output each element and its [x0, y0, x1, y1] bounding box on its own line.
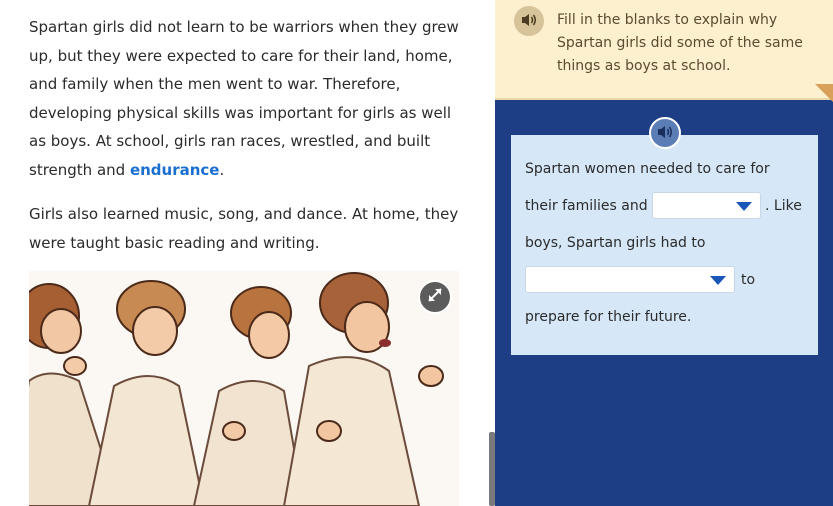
instruction-text: Fill in the blanks to explain why Sparta…	[557, 12, 803, 74]
paragraph-1-text: Spartan girls did not learn to be warrio…	[29, 18, 459, 179]
expand-image-button[interactable]	[418, 280, 452, 314]
vocab-link-endurance[interactable]: endurance	[130, 161, 220, 179]
fill-in-blank-card: Spartan women needed to care for their f…	[511, 135, 818, 355]
instruction-box: Fill in the blanks to explain why Sparta…	[495, 0, 833, 102]
reading-pane: Spartan girls did not learn to be warrio…	[0, 0, 489, 506]
card-audio-button[interactable]	[649, 117, 681, 149]
speaker-icon	[521, 12, 537, 31]
illustration-drawing	[29, 271, 459, 506]
sentence-part-3: . Like	[765, 198, 802, 214]
expand-arrows-icon	[426, 286, 444, 308]
sentence-part-5: to	[741, 272, 756, 288]
sentence-part-1: Spartan women needed to care for	[525, 161, 770, 177]
caret-down-icon	[736, 202, 752, 211]
passage-paragraph-1: Spartan girls did not learn to be warrio…	[29, 13, 469, 184]
sentence-part-6: prepare for their future.	[525, 309, 692, 325]
sentence-part-2: their families and	[525, 198, 648, 214]
passage-paragraph-2: Girls also learned music, song, and danc…	[29, 205, 459, 252]
caret-down-icon	[710, 276, 726, 285]
instruction-audio-button[interactable]	[514, 6, 544, 36]
spartan-girls-running-illustration	[29, 271, 459, 506]
blank-dropdown-2[interactable]	[525, 266, 735, 293]
paragraph-1-end: .	[219, 160, 225, 179]
activity-panel: Fill in the blanks to explain why Sparta…	[495, 0, 833, 506]
speaker-icon	[657, 124, 673, 143]
sentence-part-4: boys, Spartan girls had to	[525, 235, 706, 251]
blank-dropdown-1[interactable]	[652, 192, 761, 219]
instruction-fold	[815, 84, 833, 102]
